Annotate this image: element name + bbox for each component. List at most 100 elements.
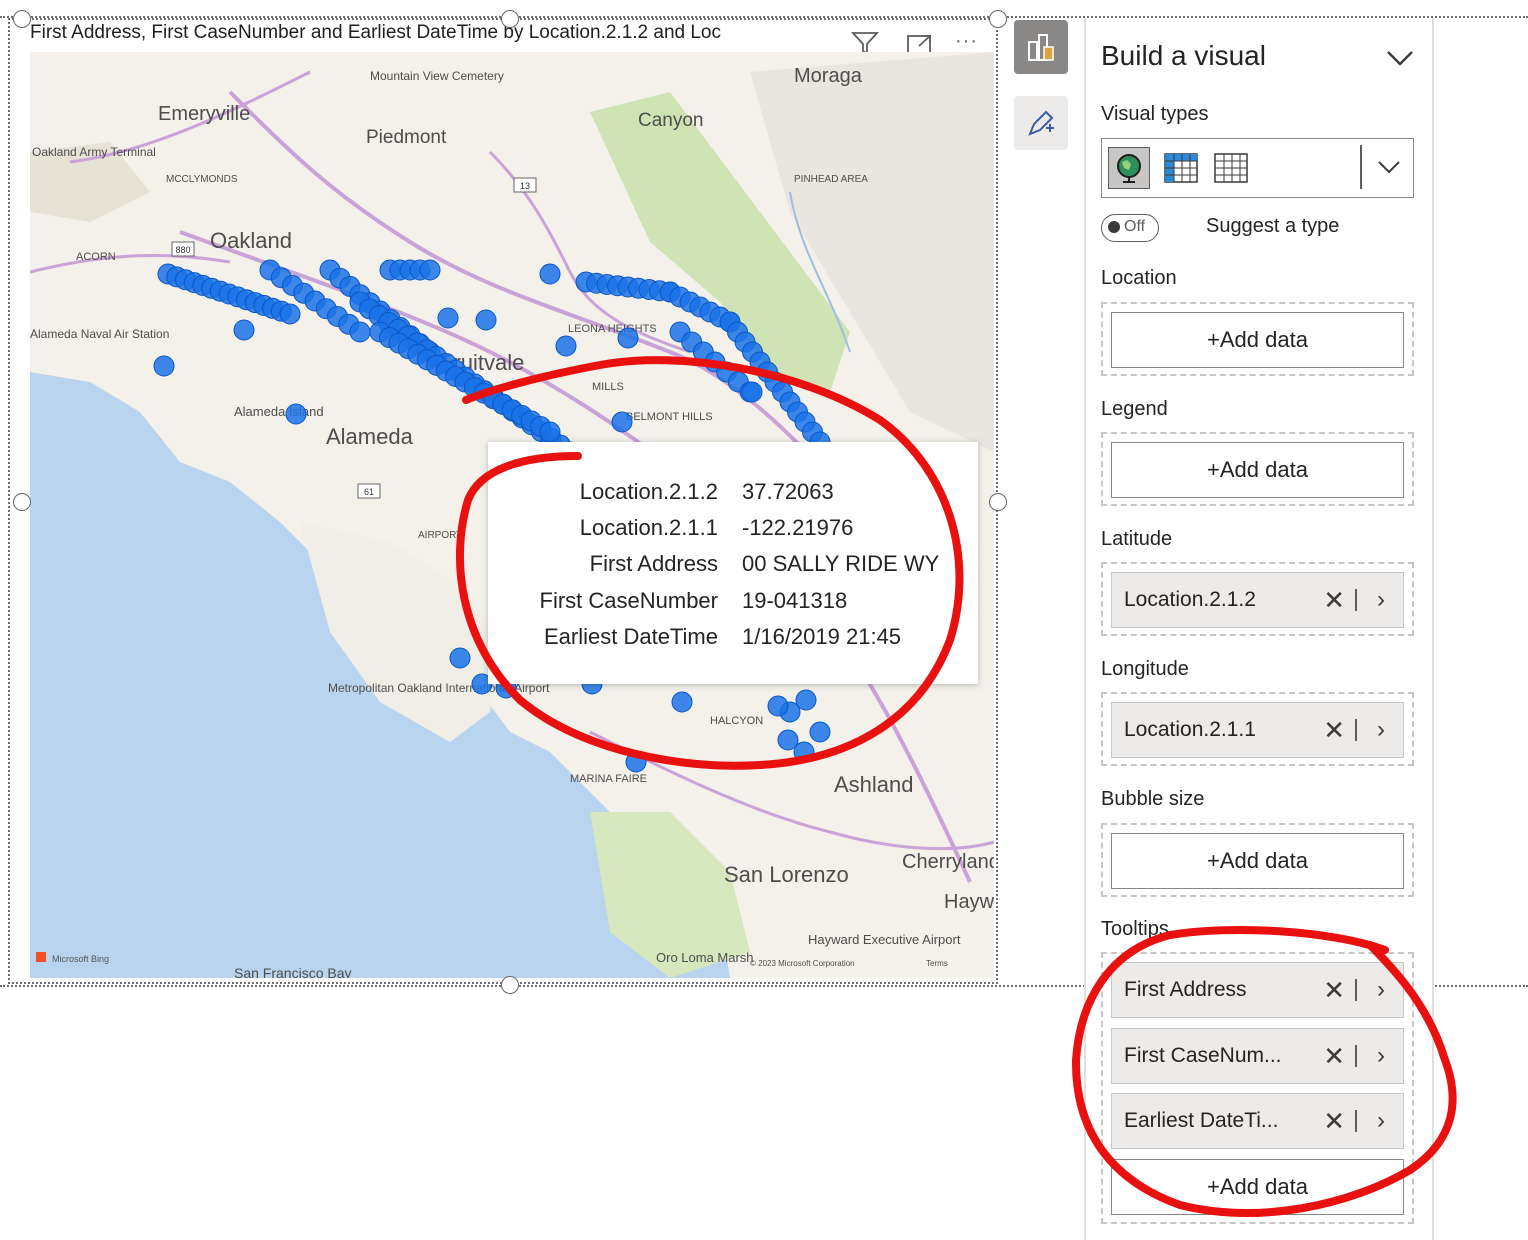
road-shield-880: 880 [171,241,195,257]
well-label-longitude: Longitude [1101,658,1189,680]
expand-field-icon[interactable]: › [1377,573,1385,627]
map-point[interactable] [625,751,647,773]
map-copyright: © 2023 Microsoft Corporation [750,959,855,968]
map-icon[interactable] [1108,147,1150,189]
svg-text:13: 13 [520,181,530,191]
field-name: First CaseNum... [1124,1044,1282,1067]
tooltip-value: 00 SALLY RIDE WY [742,551,940,576]
bing-logo: Microsoft Bing [36,952,109,964]
pane-title: Build a visual [1101,40,1266,71]
divider [1355,1045,1357,1067]
place-label: Oro Loma Marsh [656,950,754,965]
resize-handle[interactable] [13,10,31,28]
chevron-down-icon[interactable] [1384,44,1416,72]
field-name: Location.2.1.2 [1124,588,1256,611]
tooltip-field-pill[interactable]: Earliest DateTi... ✕ › [1111,1093,1404,1149]
longitude-well: Location.2.1.1 ✕ › [1101,692,1414,766]
map-point[interactable] [349,321,371,343]
expand-field-icon[interactable]: › [1377,1094,1385,1148]
divider [1360,145,1362,189]
map-point[interactable] [539,421,561,443]
well-label-bubble-size: Bubble size [1101,788,1205,810]
map-point[interactable] [233,319,255,341]
place-label: Hayward Executive Airport [808,932,961,947]
map-point[interactable] [153,355,175,377]
map-point[interactable] [793,741,815,763]
tooltip-key: Location.2.1.2 [579,479,718,504]
well-label-latitude: Latitude [1101,528,1173,550]
build-visual-icon[interactable] [1014,20,1068,74]
place-label: Hayward [944,891,994,913]
resize-handle[interactable] [989,493,1007,511]
place-label: San Francisco Bay [234,965,352,978]
add-location-button[interactable]: +Add data [1111,312,1404,368]
map-point[interactable] [449,647,471,669]
tooltip-field-pill[interactable]: First CaseNum... ✕ › [1111,1028,1404,1084]
add-bubble-size-button[interactable]: +Add data [1111,833,1404,889]
resize-handle[interactable] [501,976,519,994]
place-label: Alameda Island [234,404,324,419]
visual-title: First Address, First CaseNumber and Earl… [30,22,721,43]
place-label: San Lorenzo [724,862,849,887]
map-point[interactable] [767,695,789,717]
map-point[interactable] [741,381,763,403]
map-point[interactable] [555,335,577,357]
suggest-type-toggle[interactable]: Off [1101,214,1159,242]
map-point[interactable] [475,309,497,331]
visual-types-selector[interactable] [1101,138,1414,198]
place-label: AIRPORT [418,530,462,541]
expand-field-icon[interactable]: › [1377,703,1385,757]
svg-text:880: 880 [175,245,190,255]
place-label: Ashland [834,772,914,797]
remove-field-icon[interactable]: ✕ [1323,703,1345,757]
place-label: Alameda [326,424,414,449]
map-point[interactable] [809,721,831,743]
divider [1355,589,1357,611]
resize-handle[interactable] [989,10,1007,28]
tooltip-row: Earliest DateTime 1/16/2019 21:45 [488,619,978,655]
resize-handle[interactable] [13,493,31,511]
place-label: ACORN [76,251,116,263]
add-legend-button[interactable]: +Add data [1111,442,1404,498]
map-point[interactable] [617,327,639,349]
remove-field-icon[interactable]: ✕ [1323,963,1345,1017]
tooltip-key: First CaseNumber [539,588,718,613]
expand-field-icon[interactable]: › [1377,1029,1385,1083]
tooltip-value: -122.21976 [742,515,854,540]
latitude-well: Location.2.1.2 ✕ › [1101,562,1414,636]
longitude-field-pill[interactable]: Location.2.1.1 ✕ › [1111,702,1404,758]
matrix-icon[interactable] [1160,147,1202,189]
tooltip-field-pill[interactable]: First Address ✕ › [1111,962,1404,1018]
location-well: +Add data [1101,302,1414,376]
map-point[interactable] [611,411,633,433]
chevron-down-icon[interactable] [1374,153,1404,181]
map-point[interactable] [539,263,561,285]
map-point[interactable] [279,303,301,325]
place-label: Alameda Naval Air Station [30,327,169,341]
place-label: PINHEAD AREA [794,174,868,185]
map-point[interactable] [437,307,459,329]
remove-field-icon[interactable]: ✕ [1323,1094,1345,1148]
latitude-field-pill[interactable]: Location.2.1.2 ✕ › [1111,572,1404,628]
add-tooltip-button[interactable]: +Add data [1111,1159,1404,1215]
table-icon[interactable] [1210,147,1252,189]
expand-field-icon[interactable]: › [1377,963,1385,1017]
map-point[interactable] [285,403,307,425]
remove-field-icon[interactable]: ✕ [1323,1029,1345,1083]
tooltip-row: First Address 00 SALLY RIDE WY [488,546,978,582]
format-visual-icon[interactable] [1014,96,1068,150]
svg-text:Microsoft Bing: Microsoft Bing [52,954,109,964]
map-point[interactable] [671,691,693,713]
divider [1355,719,1357,741]
map-point[interactable] [419,259,441,281]
remove-field-icon[interactable]: ✕ [1323,573,1345,627]
road-shield-13: 13 [513,177,537,193]
toggle-knob [1108,221,1120,233]
field-name: First Address [1124,978,1247,1001]
map-point[interactable] [795,689,817,711]
resize-handle[interactable] [501,10,519,28]
well-label-location: Location [1101,267,1177,289]
place-label: Moraga [794,65,863,87]
place-label: Piedmont [366,127,447,148]
field-name: Location.2.1.1 [1124,718,1256,741]
